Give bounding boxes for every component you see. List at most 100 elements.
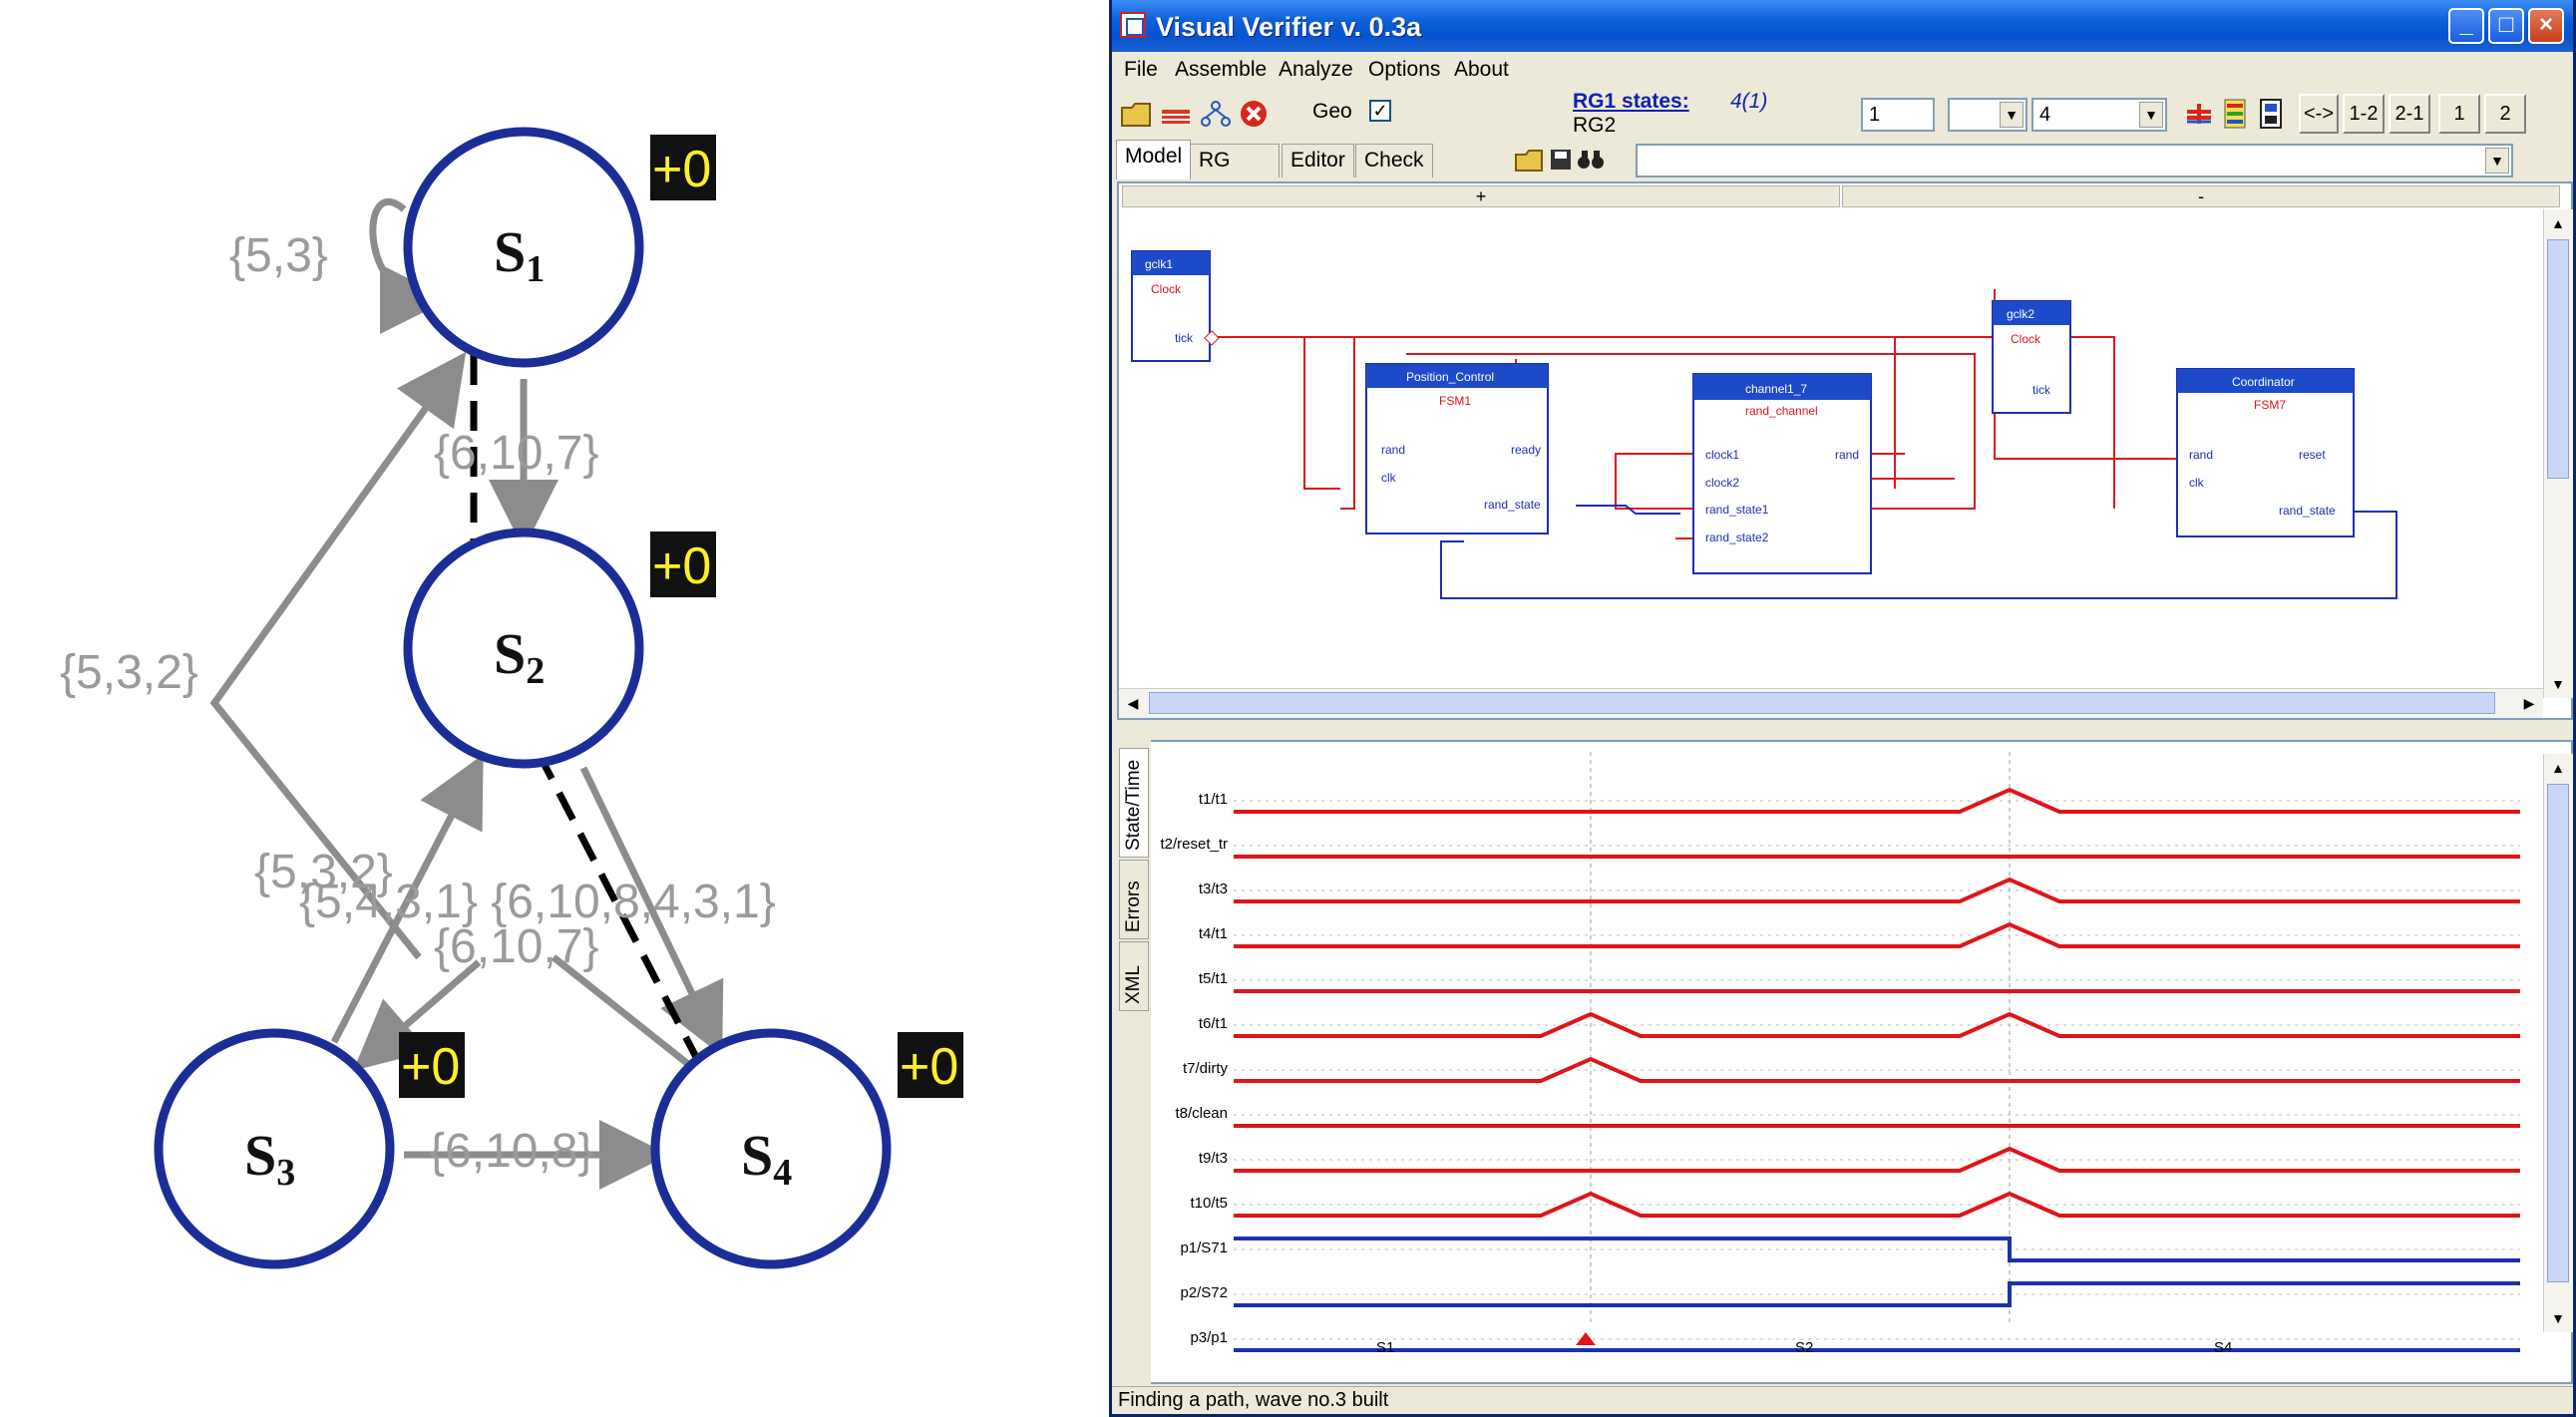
open-folder-icon[interactable] [1118, 96, 1154, 132]
svg-text:Coordinator: Coordinator [2232, 375, 2295, 389]
svg-text:ready: ready [1511, 443, 1541, 457]
signal-label: t1/t1 [1199, 791, 1228, 808]
node-s1-label: S [494, 219, 526, 284]
chevron-down-icon[interactable]: ▼ [2000, 102, 2024, 128]
edge-label-s3-s4: {6,10,8} [429, 1125, 594, 1178]
menu-options[interactable]: Options [1368, 58, 1440, 82]
svg-text:reset: reset [2299, 448, 2326, 462]
chevron-down-icon[interactable]: ▼ [2485, 148, 2509, 174]
signal-label: p3/p1 [1190, 1329, 1228, 1346]
scroll-thumb[interactable] [1149, 692, 2495, 714]
splitter-header: + - [1122, 185, 2560, 207]
side-tab-strip: State/Time Errors XML [1117, 740, 1151, 1384]
status-bar: Finding a path, wave no.3 built [1112, 1386, 2573, 1414]
menu-file[interactable]: File [1124, 58, 1158, 82]
block-coordinator: Coordinator FSM7 rand clk reset rand_sta… [2176, 368, 2355, 537]
assemble-icon[interactable] [1158, 96, 1194, 132]
tab-xml[interactable]: XML [1119, 941, 1149, 1011]
state-select-1[interactable]: ▼ [1948, 98, 2027, 132]
svg-text:+0: +0 [652, 537, 711, 595]
block-diagram[interactable]: .bt { font-family: "Liberation Sans", sa… [1117, 209, 2533, 688]
state-select-2[interactable]: 4 ▼ [2031, 98, 2167, 132]
menu-about[interactable]: About [1454, 58, 1509, 82]
state-graph-panel: {5,3} {6,10,7} {5,3,2} {5,3,2} {5,4,3,1}… [0, 0, 1097, 1417]
svg-text:+0: +0 [652, 141, 711, 198]
svg-text:tick: tick [2032, 383, 2051, 397]
signal-label: t8/clean [1175, 1105, 1228, 1122]
svg-text:gclk2: gclk2 [2007, 307, 2034, 321]
svg-text:tick: tick [1175, 331, 1194, 345]
compare-1-2-button[interactable]: 1-2 [2343, 94, 2385, 134]
palette-icon[interactable] [2217, 96, 2253, 132]
maximize-button[interactable]: □ [2488, 8, 2524, 44]
title-bar[interactable]: Visual Verifier v. 0.3a _ □ × [1112, 0, 2573, 52]
model-vertical-scrollbar[interactable]: ▲ ▼ [2543, 209, 2573, 698]
menu-analyze[interactable]: Analyze [1279, 58, 1353, 82]
view-1-button[interactable]: 1 [2438, 94, 2480, 134]
tab-editor[interactable]: Editor [1282, 144, 1354, 177]
time-state-label: S2 [1795, 1339, 1813, 1356]
open-model-icon[interactable] [1511, 142, 1547, 177]
geo-checkbox[interactable]: ✓ [1369, 100, 1391, 122]
tab-rg[interactable]: RG [1190, 144, 1280, 177]
waveform-chart[interactable]: t1/t1 t2/reset_tr t3/t3 t4/t1 t5/t1 t6/t1 t7/d… [1152, 742, 2538, 1380]
view-2-button[interactable]: 2 [2484, 94, 2526, 134]
binoculars-icon[interactable] [1573, 142, 1609, 177]
svg-text:Clock: Clock [1151, 282, 1182, 296]
tab-model[interactable]: Model [1116, 140, 1192, 179]
tab-state-time[interactable]: State/Time [1119, 748, 1149, 858]
app-window: Visual Verifier v. 0.3a _ □ × File Assem… [1109, 0, 2576, 1417]
save-state-icon[interactable] [2253, 96, 2289, 132]
status-text: Finding a path, wave no.3 built [1118, 1389, 1389, 1411]
scroll-thumb[interactable] [2547, 239, 2569, 479]
compare-2-1-button[interactable]: 2-1 [2389, 94, 2430, 134]
app-icon[interactable] [1120, 12, 1146, 38]
signal-label: t2/reset_tr [1160, 836, 1228, 853]
expand-button[interactable]: + [1122, 185, 1840, 207]
svg-text:rand: rand [1835, 448, 1859, 462]
node-s2-label: S [494, 621, 526, 686]
menu-assemble[interactable]: Assemble [1175, 58, 1267, 82]
svg-text:rand_state: rand_state [1484, 498, 1541, 512]
model-path-select[interactable]: ▼ [1636, 144, 2513, 177]
time-state-label: S4 [2214, 1339, 2232, 1356]
step-input[interactable]: 1 [1861, 98, 1935, 132]
signal-label: t3/t3 [1199, 881, 1228, 897]
window-title: Visual Verifier v. 0.3a [1156, 12, 1422, 42]
edge-label-s1-s2: {6,10,7} [434, 427, 599, 480]
svg-text:rand_channel: rand_channel [1745, 404, 1818, 418]
svg-text:channel1_7: channel1_7 [1745, 382, 1807, 396]
state-graph: {5,3} {6,10,7} {5,3,2} {5,3,2} {5,4,3,1}… [60, 127, 963, 1269]
svg-text:FSM7: FSM7 [2254, 398, 2286, 412]
svg-text:rand: rand [2189, 448, 2213, 462]
tab-check[interactable]: Check [1355, 144, 1433, 177]
svg-text:+0: +0 [900, 1038, 958, 1096]
tree-icon[interactable] [1198, 96, 1234, 132]
signal-label: t4/t1 [1199, 925, 1228, 942]
collapse-button[interactable]: - [1842, 185, 2560, 207]
time-state-label: S1 [1376, 1339, 1394, 1356]
svg-text:+0: +0 [401, 1038, 460, 1096]
scroll-thumb[interactable] [2547, 784, 2569, 1282]
stop-icon[interactable] [1236, 96, 1272, 132]
minimize-button[interactable]: _ [2448, 8, 2484, 44]
close-button[interactable]: × [2528, 8, 2564, 44]
tab-errors[interactable]: Errors [1119, 860, 1149, 939]
signal-label: t10/t5 [1190, 1195, 1228, 1212]
signal-label: t7/dirty [1183, 1060, 1229, 1077]
chevron-down-icon[interactable]: ▼ [2139, 102, 2163, 128]
svg-text:rand: rand [1381, 443, 1405, 457]
rg1-states-link[interactable]: RG1 states: [1573, 90, 1689, 114]
edge-label-s3-s1: {5,3,2} [60, 646, 198, 699]
model-horizontal-scrollbar[interactable]: ◀ ▶ [1119, 688, 2543, 718]
toolbar: Geo ✓ RG1 states: 4(1) RG2 1 ▼ 4 ▼ <-> 1-… [1112, 88, 2573, 140]
node-s3-label: S [244, 1123, 276, 1188]
svg-text:rand_state2: rand_state2 [1705, 531, 1769, 544]
wave-vertical-scrollbar[interactable]: ▲ ▼ [2543, 754, 2573, 1332]
svg-text:clk: clk [1381, 471, 1397, 485]
menu-bar: File Assemble Analyze Options About [1112, 52, 2573, 86]
split-red-icon[interactable] [2181, 96, 2217, 132]
block-channel: channel1_7 rand_channel clock1 clock2 ra… [1692, 373, 1872, 574]
geo-label: Geo [1312, 100, 1352, 123]
swap-button[interactable]: <-> [2299, 94, 2339, 134]
